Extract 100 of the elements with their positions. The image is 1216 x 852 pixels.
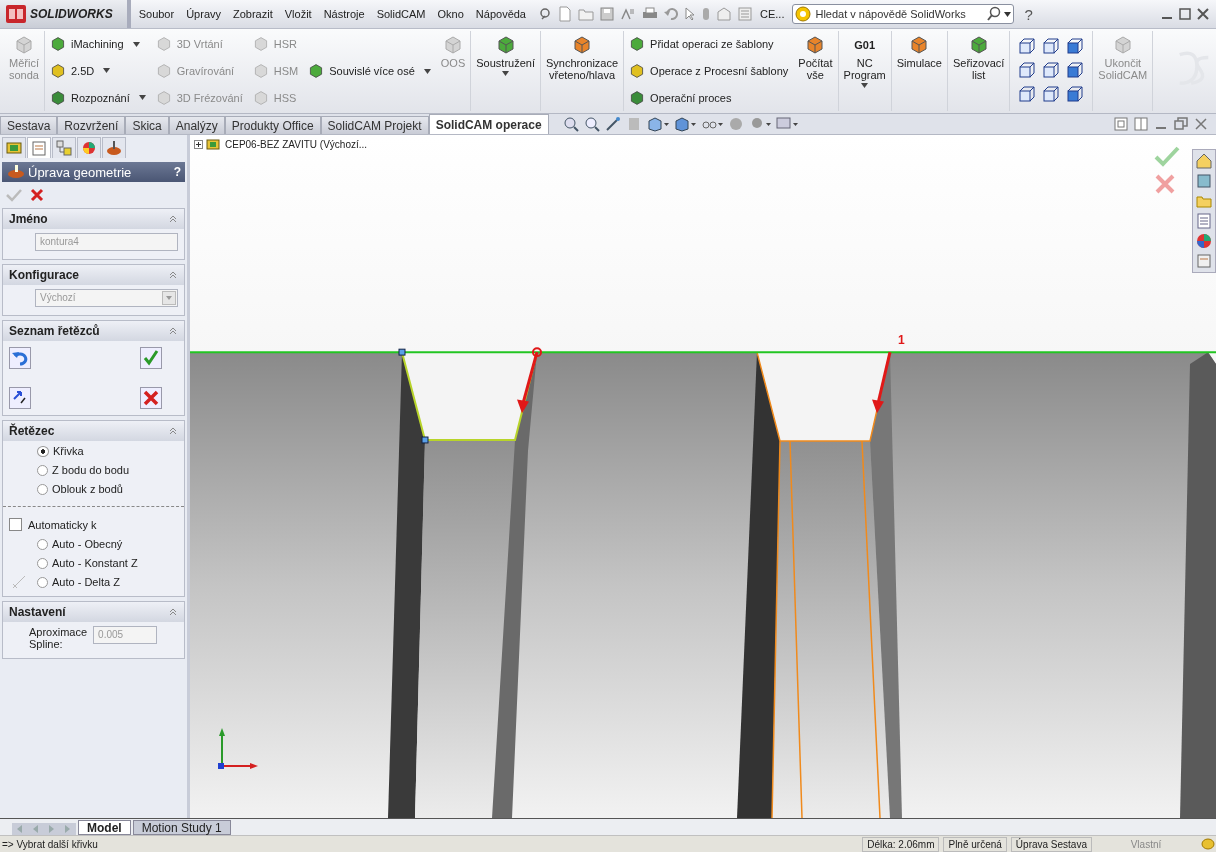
ribbon-button[interactable]: Seřizovací list	[951, 31, 1007, 111]
view-cube-icon[interactable]	[1066, 86, 1085, 104]
ribbon-tab[interactable]: Sestava	[0, 116, 58, 134]
ok-check-icon[interactable]	[1154, 145, 1180, 167]
reverse-arrows-button[interactable]	[9, 387, 31, 409]
collapse-chevron-icon[interactable]	[168, 426, 178, 436]
tool-tab-icon[interactable]	[102, 137, 126, 158]
ribbon-tab[interactable]: SolidCAM operace	[428, 114, 549, 134]
view-cube-icon[interactable]	[1042, 86, 1061, 104]
cursor-icon[interactable]	[684, 7, 696, 21]
property-tab-icon[interactable]	[27, 137, 51, 158]
ribbon-tab[interactable]: Produkty Office	[224, 116, 321, 134]
radio-button[interactable]	[37, 464, 48, 476]
ribbon-tab[interactable]: Analýzy	[168, 116, 225, 134]
zoom-icon[interactable]	[562, 116, 579, 132]
menu-item[interactable]: Zobrazit	[229, 5, 277, 23]
view-cube-icon[interactable]	[1018, 38, 1037, 56]
close-icon[interactable]	[1196, 7, 1210, 21]
ok-check-icon[interactable]	[6, 188, 22, 202]
ribbon-button[interactable]: Soustružení	[474, 31, 537, 111]
view-cube-icon[interactable]	[1042, 62, 1061, 80]
collapse-chevron-icon[interactable]	[168, 607, 178, 617]
menu-item[interactable]: Nápověda	[471, 5, 530, 23]
radio-button[interactable]	[37, 576, 48, 588]
status-definition: Plně určená	[943, 836, 1007, 852]
palette-icon[interactable]	[1195, 232, 1213, 250]
close-icon[interactable]	[1194, 117, 1208, 131]
ribbon-button[interactable]: Synchronizace vřeteno/hlava	[543, 31, 621, 111]
collapse-chevron-icon[interactable]	[168, 214, 178, 224]
new-document-icon[interactable]	[558, 6, 572, 22]
radio-button[interactable]	[37, 483, 48, 495]
ribbon-button[interactable]: Operační proces	[627, 88, 791, 107]
display-tab-icon[interactable]	[77, 137, 101, 158]
menu-item[interactable]: Okno	[433, 5, 468, 23]
undo-chain-button[interactable]	[9, 347, 31, 369]
configuration-tab-icon[interactable]	[52, 137, 76, 158]
ribbon-tab[interactable]: Rozvržení	[57, 116, 126, 134]
wand-icon[interactable]	[604, 116, 621, 132]
maximize-icon[interactable]	[1178, 7, 1192, 21]
expand-icon[interactable]	[194, 139, 203, 149]
sphere-icon[interactable]	[727, 116, 744, 132]
view-cube-icon[interactable]	[1042, 38, 1061, 56]
properties-icon[interactable]	[1195, 252, 1213, 270]
ribbon-button[interactable]: Počítat vše	[796, 31, 835, 111]
collapse-chevron-icon[interactable]	[168, 326, 178, 336]
rebuild-icon[interactable]	[620, 7, 636, 21]
ribbon-button[interactable]: Přidat operaci ze šablony	[627, 35, 791, 54]
tile-icon[interactable]	[1134, 117, 1148, 131]
menu-item[interactable]: Soubor	[134, 5, 179, 23]
parts-icon[interactable]	[1195, 172, 1213, 190]
help-mark[interactable]: ?	[173, 165, 181, 179]
menu-item[interactable]: Úpravy	[182, 5, 225, 23]
reject-chain-button[interactable]	[140, 387, 162, 409]
radio-button[interactable]	[37, 557, 48, 569]
view-cube-icon[interactable]	[1018, 62, 1037, 80]
cancel-x-icon[interactable]	[1154, 173, 1176, 195]
list-icon[interactable]	[1195, 212, 1213, 230]
ribbon-button[interactable]: iMachining	[48, 35, 148, 54]
ribbon-button[interactable]: Simulace	[894, 31, 944, 111]
save-icon[interactable]	[600, 7, 614, 21]
search-icon[interactable]	[986, 6, 1003, 22]
cube-icon	[1112, 35, 1133, 55]
ribbon-tab[interactable]: Skica	[125, 116, 169, 134]
feature-tree-tab-icon[interactable]	[2, 137, 26, 158]
view-cube-icon[interactable]	[1066, 62, 1085, 80]
checkbox[interactable]	[9, 518, 22, 531]
pin-icon[interactable]	[538, 7, 552, 21]
radio-button[interactable]	[37, 538, 48, 550]
cube-icon[interactable]	[673, 116, 696, 132]
undo-icon[interactable]	[664, 7, 678, 21]
printer-icon[interactable]	[642, 7, 658, 21]
ribbon-button[interactable]: Souvislé více osé	[306, 62, 433, 80]
menu-item[interactable]: Vložit	[280, 5, 316, 23]
zoom-icon[interactable]	[583, 116, 600, 132]
search-field[interactable]: Hledat v nápovědě SolidWorks	[792, 4, 1015, 24]
ribbon-button[interactable]: 2.5D	[48, 62, 148, 80]
house-icon[interactable]	[1195, 152, 1213, 170]
caret-icon[interactable]	[1004, 12, 1012, 17]
folder-icon[interactable]	[578, 7, 594, 21]
view-cube-icon[interactable]	[1066, 38, 1085, 56]
view-cube-icon[interactable]	[1018, 86, 1037, 104]
ribbon-tab[interactable]: SolidCAM Projekt	[320, 116, 429, 134]
accept-chain-button[interactable]	[140, 347, 162, 369]
ribbon-button[interactable]: Operace z Procesní šablony	[627, 62, 791, 80]
model-tab[interactable]: Model	[78, 820, 131, 835]
collapse-chevron-icon[interactable]	[168, 270, 178, 280]
list-icon[interactable]	[738, 7, 752, 21]
tile-icon[interactable]	[1114, 117, 1128, 131]
help-button[interactable]: ?	[1024, 5, 1033, 23]
radio-button[interactable]	[37, 445, 49, 457]
cube-icon[interactable]	[646, 116, 669, 132]
menu-item[interactable]: Nástroje	[319, 5, 369, 23]
ribbon-button[interactable]: Rozpoznání	[48, 88, 148, 107]
menu-item[interactable]: SolidCAM	[372, 5, 430, 23]
restore-icon[interactable]	[1174, 117, 1188, 131]
model-tab[interactable]: Motion Study 1	[132, 820, 231, 835]
feature-tree-item[interactable]: CEP06-BEZ ZAVITU (Výchozí...	[194, 137, 368, 151]
monitor-icon[interactable]	[775, 116, 798, 132]
cancel-x-icon[interactable]	[30, 188, 44, 202]
ribbon-button[interactable]: G01 NC Program	[841, 31, 888, 111]
